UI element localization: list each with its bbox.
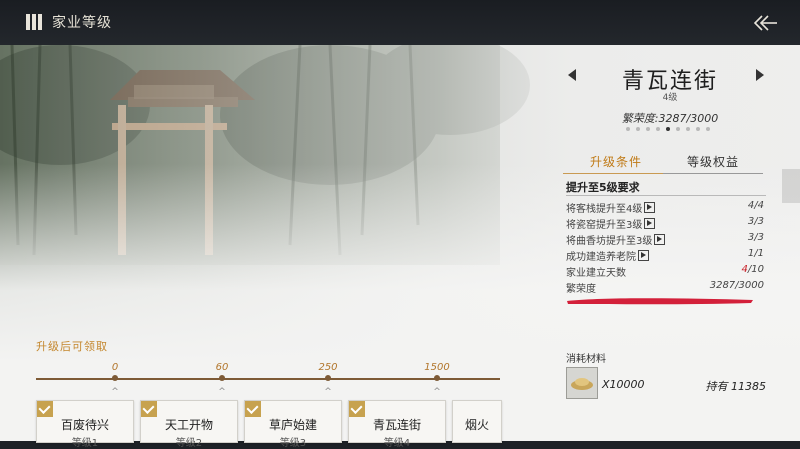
reward-card-subtitle: 等级1 [71,438,99,449]
top-bar: 家业等级 [0,0,800,45]
milestone-dot [217,373,227,383]
requirement-label: 家业建立天数 [566,268,626,279]
reward-progress-track [36,378,500,380]
requirement-row: 将瓷窑提升至3级 3/3 [566,216,764,232]
reward-card-title: 青瓦连街 [372,418,421,432]
page-dot [646,127,650,131]
page-dot [656,127,660,131]
requirement-value-total: /10 [747,264,764,275]
caret-icon: ^ [324,387,332,397]
reward-card-subtitle: 等级2 [175,438,203,449]
requirement-row: 将客栈提升至4级 4/4 [566,200,764,216]
goto-arrow-icon[interactable] [644,218,656,229]
page-dot [696,127,700,131]
requirement-row: 将曲香坊提升至3级 3/3 [566,232,764,248]
page-dot [626,127,630,131]
check-icon [245,401,261,417]
milestone-dot [432,373,442,383]
district-info-panel: 青瓦连街 4级 繁荣度:3287/3000 升级条件 等级权益 提升至5级要求 … [560,45,780,441]
milestone-label: 1500 [424,362,450,373]
page-title: 家业等级 [52,15,112,31]
requirement-value: 4/10 [742,264,764,275]
material-owned: 持有 11385 [705,380,767,393]
requirement-label: 繁荣度 [566,284,596,295]
materials-title: 消耗材料 [566,354,606,365]
milestone-dot [110,373,120,383]
requirement-label: 将客栈提升至4级 [566,204,643,215]
requirement-value: 1/1 [747,248,764,259]
reward-card[interactable]: 天工开物 等级2 [140,400,238,449]
tab-underline [563,173,763,174]
milestone-dot [323,373,333,383]
requirement-value: 3287/3000 [709,280,764,291]
divider [566,195,766,196]
reward-card[interactable]: 草庐始建 等级3 [244,400,342,449]
page-indicator [626,127,716,133]
page-dot [666,127,670,131]
page-dot [706,127,710,131]
side-edge-tab[interactable] [782,169,800,203]
tab-level-benefits[interactable]: 等级权益 [687,153,739,170]
reward-card-title: 烟火 [464,418,489,432]
caret-icon: ^ [433,387,441,397]
menu-icon[interactable] [26,14,42,30]
reward-card-title: 百废待兴 [60,418,109,432]
requirement-value: 3/3 [747,232,764,243]
reward-card-subtitle: 等级3 [279,438,307,449]
reward-card-title: 草庐始建 [268,418,317,432]
ingot-icon[interactable] [566,367,598,399]
requirement-row: 成功建造养老院 1/1 [566,248,764,264]
milestone-label: 60 [215,362,229,373]
back-icon[interactable] [752,13,778,33]
caret-icon: ^ [111,387,119,397]
prosperity-readout: 繁荣度:3287/3000 [621,112,719,125]
milestone-label: 0 [111,362,119,373]
district-level: 4级 [662,93,678,103]
reward-card[interactable]: 烟火 [452,400,502,443]
reward-card-subtitle: 等级4 [383,438,411,449]
prosperity-brush-stroke [567,298,753,305]
goto-arrow-icon[interactable] [654,234,666,245]
page-dot [686,127,690,131]
requirement-value: 3/3 [747,216,764,227]
caret-icon: ^ [218,387,226,397]
requirement-value: 4/4 [747,200,764,211]
milestone-label: 250 [318,362,338,373]
requirement-label: 将曲香坊提升至3级 [566,236,653,247]
check-icon [37,401,53,417]
reward-card[interactable]: 百废待兴 等级1 [36,400,134,449]
requirements-title: 提升至5级要求 [566,181,640,194]
page-dot [676,127,680,131]
reward-card-title: 天工开物 [164,418,213,432]
rewards-title: 升级后可领取 [36,340,108,353]
requirement-label: 将瓷窑提升至3级 [566,220,643,231]
goto-arrow-icon[interactable] [638,250,649,261]
check-icon [141,401,157,417]
page-dot [636,127,640,131]
check-icon [349,401,365,417]
requirement-label: 成功建造养老院 [566,252,636,263]
reward-card[interactable]: 青瓦连街 等级4 [348,400,446,449]
requirement-row: 家业建立天数 4/10 [566,264,764,280]
goto-arrow-icon[interactable] [644,202,656,213]
material-quantity: X10000 [602,378,645,391]
next-district-arrow[interactable] [756,69,764,81]
tab-upgrade-conditions[interactable]: 升级条件 [590,153,642,170]
